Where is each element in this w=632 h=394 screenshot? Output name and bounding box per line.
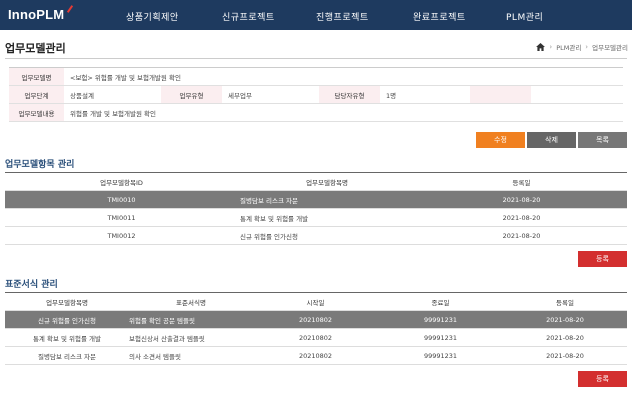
item-name-cell: 신규 위험률 인가신청 [240, 232, 298, 241]
nav-item-new-projects[interactable]: 신규프로젝트 [222, 10, 275, 23]
column-header-form-name: 표준서식명 [176, 298, 206, 307]
item-name-cell: 통계 확보 및 위험률 개발 [240, 214, 309, 223]
register-form-button[interactable]: 등록 [578, 371, 627, 387]
item-name-cell: 질병담보 리스크 자문 [38, 352, 96, 361]
items-section-title: 업무모델항목 관리 [5, 160, 75, 170]
table-row[interactable]: TMI0011 통계 확보 및 위험률 개발 2021-08-20 [5, 209, 627, 227]
logo-accent-mark [66, 5, 74, 13]
column-header-reg-date: 등록일 [512, 178, 531, 187]
page-title: 업무모델관리 [5, 42, 66, 55]
reg-date-cell: 2021-08-20 [546, 333, 584, 342]
table-row[interactable]: 신규 위험률 인가신청 위험률 확인 공문 템플릿 20210802 99991… [5, 311, 627, 329]
column-header-end-date: 종료일 [431, 298, 450, 307]
item-id-cell: TMI0011 [107, 213, 136, 222]
breadcrumb-item-current: 업무모델관리 [592, 44, 628, 52]
item-name-cell: 질병담보 리스크 자문 [240, 196, 298, 205]
nav-item-product-planning[interactable]: 상품기획제안 [126, 10, 179, 23]
table-row[interactable]: 통계 확보 및 위험률 개발 보험신상서 산출결과 템플릿 20210802 9… [5, 329, 627, 347]
nav-item-plm-management[interactable]: PLM관리 [506, 10, 543, 23]
reg-date-cell: 2021-08-20 [502, 213, 541, 222]
form-name-cell: 위험률 확인 공문 템플릿 [129, 316, 195, 325]
item-id-cell: TMI0012 [107, 231, 136, 240]
chevron-right-icon: › [585, 43, 589, 51]
column-header-start-date: 시작일 [306, 298, 325, 307]
breadcrumb: › PLM관리 › 업무모델관리 [536, 42, 628, 52]
forms-section-title: 표준서식 관리 [5, 280, 58, 290]
table-row[interactable]: TMI0010 질병담보 리스크 자문 2021-08-20 [5, 191, 627, 209]
info-row-name: 업무모델명 <보험> 위험률 개발 및 보험개발원 확인 [9, 68, 623, 86]
column-header-reg-date: 등록일 [556, 298, 574, 307]
list-button[interactable]: 목록 [578, 132, 627, 148]
item-name-cell: 신규 위험률 인가신청 [38, 316, 96, 325]
type-label: 업무유형 [161, 86, 222, 103]
stage-value: 상품설계 [70, 91, 94, 100]
delete-button[interactable]: 삭제 [527, 132, 576, 148]
content-label: 업무모델내용 [9, 104, 64, 121]
nav-item-ongoing-projects[interactable]: 진행프로젝트 [316, 10, 369, 23]
content-value: 위험률 개발 및 보험개발원 확인 [70, 109, 157, 118]
stage-label: 업무단계 [9, 86, 64, 103]
edit-button[interactable]: 수정 [476, 132, 525, 148]
info-row-content: 업무모델내용 위험률 개발 및 보험개발원 확인 [9, 104, 623, 122]
table-row[interactable]: TMI0012 신규 위험률 인가신청 2021-08-20 [5, 227, 627, 245]
reg-date-cell: 2021-08-20 [502, 231, 541, 240]
end-date-cell: 99991231 [423, 351, 458, 360]
form-name-cell: 의사 소견서 템플릿 [129, 352, 181, 361]
item-id-cell: TMI0010 [107, 195, 136, 204]
type-value: 세부업무 [228, 91, 252, 100]
end-date-cell: 99991231 [423, 315, 458, 324]
column-header-item-id: 업무모델항목ID [100, 178, 143, 187]
items-table: 업무모델항목ID 업무모델항목명 등록일 TMI0010 질병담보 리스크 자문… [5, 172, 627, 245]
owner-type-label: 담당자유형 [319, 86, 380, 103]
register-item-button[interactable]: 등록 [578, 251, 627, 267]
start-date-cell: 20210802 [298, 351, 333, 360]
start-date-cell: 20210802 [298, 333, 333, 342]
chevron-right-icon: › [549, 43, 553, 51]
forms-table: 업무모델항목명 표준서식명 시작일 종료일 등록일 신규 위험률 인가신청 위험… [5, 292, 627, 365]
header-divider [5, 58, 627, 59]
model-name-value: <보험> 위험률 개발 및 보험개발원 확인 [70, 73, 181, 82]
end-date-cell: 99991231 [423, 333, 458, 342]
column-header-item-name: 업무모델항목명 [46, 298, 88, 307]
table-header-row: 업무모델항목명 표준서식명 시작일 종료일 등록일 [5, 293, 627, 311]
reg-date-cell: 2021-08-20 [546, 351, 584, 360]
form-name-cell: 보험신상서 산출결과 템플릿 [129, 334, 205, 343]
breadcrumb-item-plm[interactable]: PLM관리 [556, 42, 581, 52]
reg-date-cell: 2021-08-20 [546, 315, 584, 324]
item-name-cell: 통계 확보 및 위험률 개발 [32, 334, 102, 343]
reg-date-cell: 2021-08-20 [502, 195, 541, 204]
table-header-row: 업무모델항목ID 업무모델항목명 등록일 [5, 173, 627, 191]
column-header-item-name: 업무모델항목명 [306, 178, 348, 187]
top-navigation-bar: InnoPLM 상품기획제안 신규프로젝트 진행프로젝트 완료프로젝트 PLM관… [0, 0, 632, 30]
start-date-cell: 20210802 [298, 315, 333, 324]
app-logo[interactable]: InnoPLM [8, 7, 64, 22]
home-icon[interactable] [536, 43, 546, 51]
info-row-meta: 업무단계 상품설계 업무유형 세부업무 담당자유형 1명 [9, 86, 623, 104]
table-row[interactable]: 질병담보 리스크 자문 의사 소견서 템플릿 20210802 99991231… [5, 347, 627, 365]
model-name-label: 업무모델명 [9, 68, 64, 85]
nav-item-completed-projects[interactable]: 완료프로젝트 [413, 10, 466, 23]
info-empty-cell [470, 86, 531, 103]
owner-type-value: 1명 [386, 91, 397, 100]
model-info-panel: 업무모델명 <보험> 위험률 개발 및 보험개발원 확인 업무단계 상품설계 업… [9, 67, 623, 122]
